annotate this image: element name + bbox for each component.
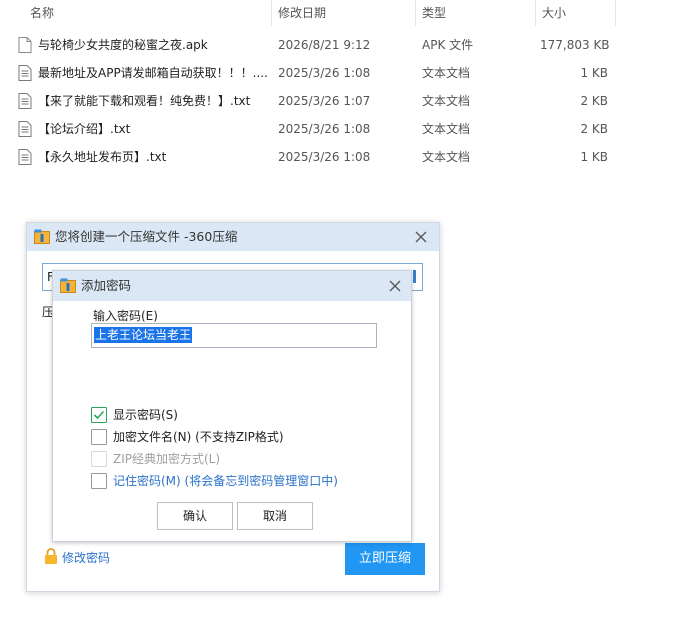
add-password-title: 添加密码 [81, 278, 132, 293]
file-row[interactable]: 【来了就能下载和观看！纯免费！】.txt 2025/3/26 1:07 文本文档… [0, 87, 692, 115]
sort-ascending-icon: ^ [142, 0, 151, 7]
file-type: 文本文档 [422, 94, 471, 108]
file-size: 1 KB [580, 150, 608, 164]
modify-password-link[interactable]: 修改密码 [62, 549, 110, 566]
file-row[interactable]: 最新地址及APP请发邮箱自动获取！！！.... 2025/3/26 1:08 文… [0, 59, 692, 87]
add-password-titlebar[interactable]: 添加密码 [53, 271, 411, 301]
text-file-icon [18, 149, 32, 165]
show-password-label: 显示密码(S) [113, 408, 178, 422]
file-name: 与轮椅少女共度的秘蜜之夜.apk [38, 38, 208, 52]
add-password-dialog: 添加密码 输入密码(E) 上老王论坛当老王 显示密码(S) 加密文件名(N) (… [52, 270, 412, 542]
file-date: 2025/3/26 1:07 [278, 94, 371, 108]
column-divider[interactable] [535, 0, 536, 26]
compress-now-button[interactable]: 立即压缩 [345, 543, 425, 575]
file-type: 文本文档 [422, 66, 471, 80]
file-type: 文本文档 [422, 150, 471, 164]
confirm-button[interactable]: 确认 [157, 502, 233, 530]
remember-password-label: 记住密码(M) (将会备忘到密码管理窗口中) [113, 474, 338, 488]
column-header-date[interactable]: 修改日期 [278, 0, 326, 26]
column-divider[interactable] [271, 0, 272, 26]
file-name: 【永久地址发布页】.txt [38, 150, 167, 164]
compress-dialog-title: 您将创建一个压缩文件 -360压缩 [55, 229, 238, 244]
compress-dialog-titlebar[interactable]: 您将创建一个压缩文件 -360压缩 [27, 223, 439, 251]
text-file-icon [18, 65, 32, 81]
file-date: 2025/3/26 1:08 [278, 66, 371, 80]
column-header-name[interactable]: 名称 [30, 0, 54, 26]
file-size: 2 KB [580, 122, 608, 136]
encrypt-filenames-label: 加密文件名(N) (不支持ZIP格式) [113, 430, 284, 444]
password-input-label: 输入密码(E) [93, 309, 158, 323]
file-name: 【论坛介绍】.txt [38, 122, 131, 136]
file-size: 1 KB [580, 66, 608, 80]
column-header-size[interactable]: 大小 [542, 0, 566, 26]
column-divider[interactable] [615, 0, 616, 26]
file-date: 2025/3/26 1:08 [278, 122, 371, 136]
password-input[interactable]: 上老王论坛当老王 [91, 323, 377, 348]
text-file-icon [18, 121, 32, 137]
text-file-icon [18, 93, 32, 109]
close-icon[interactable] [387, 278, 403, 294]
file-size: 2 KB [580, 94, 608, 108]
archive-app-icon [34, 229, 50, 244]
column-header-type[interactable]: 类型 [422, 0, 446, 26]
file-date: 2025/3/26 1:08 [278, 150, 371, 164]
file-name: 【来了就能下载和观看！纯免费！】.txt [38, 94, 251, 108]
file-size: 177,803 KB [540, 38, 610, 52]
archive-app-icon [60, 278, 76, 293]
close-icon[interactable] [413, 229, 429, 245]
encrypt-filenames-checkbox[interactable] [91, 429, 107, 445]
cancel-button[interactable]: 取消 [237, 502, 313, 530]
lock-icon [45, 548, 57, 564]
file-list: 名称 ^ 修改日期 类型 大小 与轮椅少女共度的秘蜜之夜.apk 2026/8/… [0, 0, 692, 200]
browse-icon[interactable] [413, 270, 416, 283]
file-type: 文本文档 [422, 122, 471, 136]
file-generic-icon [18, 37, 32, 53]
show-password-checkbox[interactable] [91, 407, 107, 423]
file-name: 最新地址及APP请发邮箱自动获取！！！.... [38, 66, 268, 80]
password-value: 上老王论坛当老王 [94, 327, 193, 343]
zip-classic-encryption-label: ZIP经典加密方式(L) [113, 452, 221, 466]
file-row[interactable]: 与轮椅少女共度的秘蜜之夜.apk 2026/8/21 9:12 APK 文件 1… [0, 31, 692, 59]
file-row[interactable]: 【论坛介绍】.txt 2025/3/26 1:08 文本文档 2 KB [0, 115, 692, 143]
checkmark-icon [93, 410, 105, 420]
file-date: 2026/8/21 9:12 [278, 38, 371, 52]
zip-classic-encryption-checkbox [91, 451, 107, 467]
file-type: APK 文件 [422, 38, 474, 52]
file-row[interactable]: 【永久地址发布页】.txt 2025/3/26 1:08 文本文档 1 KB [0, 143, 692, 171]
column-divider[interactable] [415, 0, 416, 26]
remember-password-checkbox[interactable] [91, 473, 107, 489]
